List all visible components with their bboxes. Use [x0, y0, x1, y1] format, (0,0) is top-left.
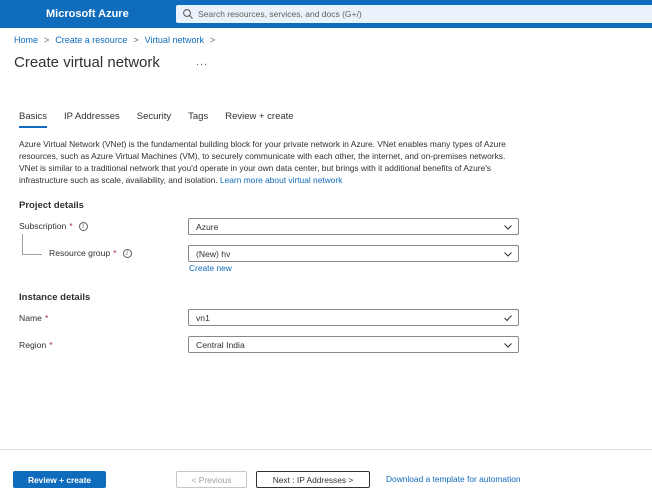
instance-details-title: Instance details — [19, 292, 91, 303]
subscription-label: Subscription * i — [19, 221, 88, 231]
chevron-right-icon: > — [44, 35, 50, 45]
required-mark: * — [69, 221, 73, 231]
footer-divider — [0, 449, 652, 450]
tree-line — [22, 254, 42, 255]
description: Azure Virtual Network (VNet) is the fund… — [19, 138, 519, 186]
info-icon[interactable]: i — [122, 248, 132, 258]
project-details-title: Project details — [19, 200, 84, 211]
resource-group-label-text: Resource group — [49, 248, 111, 258]
chevron-right-icon: > — [133, 35, 139, 45]
tab-ip-addresses[interactable]: IP Addresses — [64, 111, 120, 128]
region-select[interactable]: Central India — [188, 336, 519, 353]
global-search[interactable] — [176, 5, 652, 23]
breadcrumb: Home > Create a resource > Virtual netwo… — [14, 35, 221, 45]
breadcrumb-home[interactable]: Home — [14, 35, 38, 45]
region-label: Region * — [19, 340, 53, 350]
page-title: Create virtual network — [14, 54, 160, 71]
resource-group-select[interactable]: (New) hv — [188, 245, 519, 262]
resource-group-label: Resource group * i — [49, 248, 132, 258]
required-mark: * — [49, 340, 53, 350]
subscription-value: Azure — [196, 222, 219, 232]
checkmark-icon — [504, 315, 512, 322]
chevron-down-icon — [504, 343, 512, 348]
resource-group-value: (New) hv — [196, 249, 231, 259]
review-create-button[interactable]: Review + create — [13, 471, 106, 488]
search-input[interactable] — [198, 6, 638, 22]
tab-tags[interactable]: Tags — [188, 111, 208, 128]
learn-more-link[interactable]: Learn more about virtual network — [220, 175, 342, 185]
next-ip-addresses-button[interactable]: Next : IP Addresses > — [256, 471, 370, 488]
required-mark: * — [113, 248, 117, 258]
chevron-right-icon: > — [209, 35, 216, 45]
tab-review-create[interactable]: Review + create — [225, 111, 293, 128]
name-input[interactable]: vn1 — [188, 309, 519, 326]
download-template-link[interactable]: Download a template for automation — [386, 474, 521, 484]
name-label-text: Name — [19, 313, 42, 323]
chevron-down-icon — [504, 225, 512, 230]
chevron-down-icon — [504, 252, 512, 257]
required-mark: * — [44, 313, 49, 323]
tab-security[interactable]: Security — [137, 111, 171, 128]
name-label: Name * — [19, 313, 48, 323]
subscription-select[interactable]: Azure — [188, 218, 519, 235]
top-bar: Microsoft Azure — [0, 0, 652, 28]
more-options-icon[interactable]: ... — [196, 56, 208, 68]
tab-basics[interactable]: Basics — [19, 111, 47, 128]
brand-name[interactable]: Microsoft Azure — [46, 8, 129, 20]
info-icon[interactable]: i — [78, 221, 88, 231]
create-new-link[interactable]: Create new — [189, 263, 232, 273]
previous-button[interactable]: < Previous — [176, 471, 247, 488]
tree-line — [22, 234, 23, 255]
search-icon — [183, 9, 193, 19]
subscription-label-text: Subscription — [19, 221, 67, 231]
portal-menu-strip — [0, 0, 32, 28]
tab-strip: Basics IP Addresses Security Tags Review… — [19, 111, 311, 128]
region-label-text: Region — [19, 340, 47, 350]
breadcrumb-virtual-network[interactable]: Virtual network — [145, 35, 204, 45]
region-value: Central India — [196, 340, 245, 350]
name-value: vn1 — [196, 313, 210, 323]
breadcrumb-create-resource[interactable]: Create a resource — [55, 35, 127, 45]
